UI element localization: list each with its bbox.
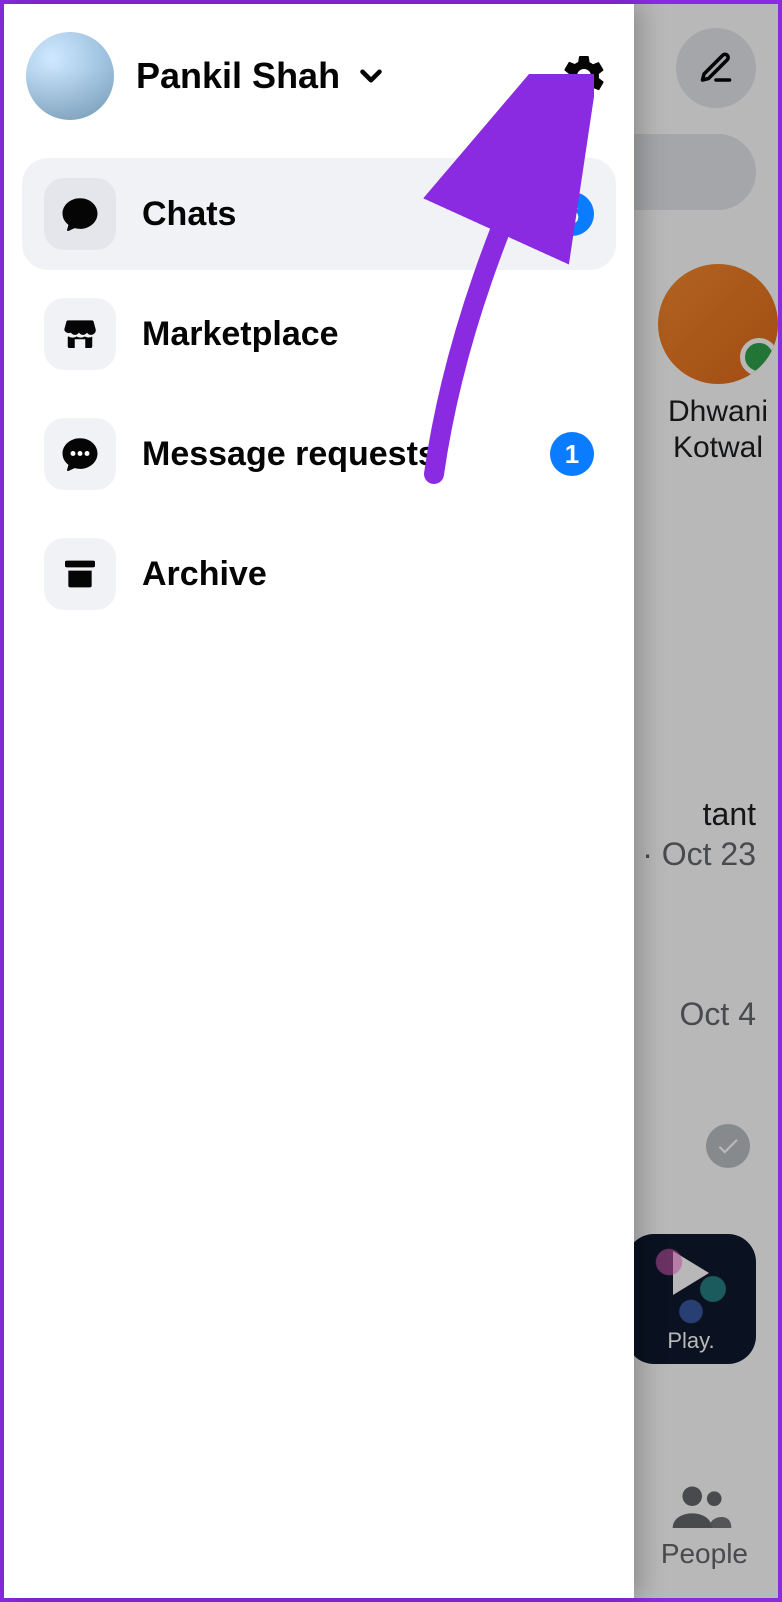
profile-name-text: Pankil Shah xyxy=(136,55,340,97)
nav-item-marketplace[interactable]: Marketplace xyxy=(22,278,616,390)
settings-button[interactable] xyxy=(556,48,612,104)
archive-icon xyxy=(44,538,116,610)
nav-label: Marketplace xyxy=(142,315,594,354)
nav-item-archive[interactable]: Archive xyxy=(22,518,616,630)
marketplace-icon xyxy=(44,298,116,370)
nav-label: Archive xyxy=(142,555,594,594)
nav-item-message-requests[interactable]: Message requests 1 xyxy=(22,398,616,510)
requests-badge: 1 xyxy=(550,432,594,476)
account-switcher[interactable]: Pankil Shah xyxy=(136,55,534,97)
message-requests-icon xyxy=(44,418,116,490)
gear-icon xyxy=(560,52,608,100)
drawer-header: Pankil Shah xyxy=(22,22,616,150)
nav-label: Message requests xyxy=(142,435,524,474)
chevron-down-icon xyxy=(354,59,388,93)
unread-badge: 6 xyxy=(550,192,594,236)
navigation-drawer: Pankil Shah Chats 6 Marketplace Message … xyxy=(4,4,634,1598)
nav-label: Chats xyxy=(142,195,524,234)
chat-bubble-icon xyxy=(44,178,116,250)
nav-item-chats[interactable]: Chats 6 xyxy=(22,158,616,270)
profile-avatar[interactable] xyxy=(26,32,114,120)
